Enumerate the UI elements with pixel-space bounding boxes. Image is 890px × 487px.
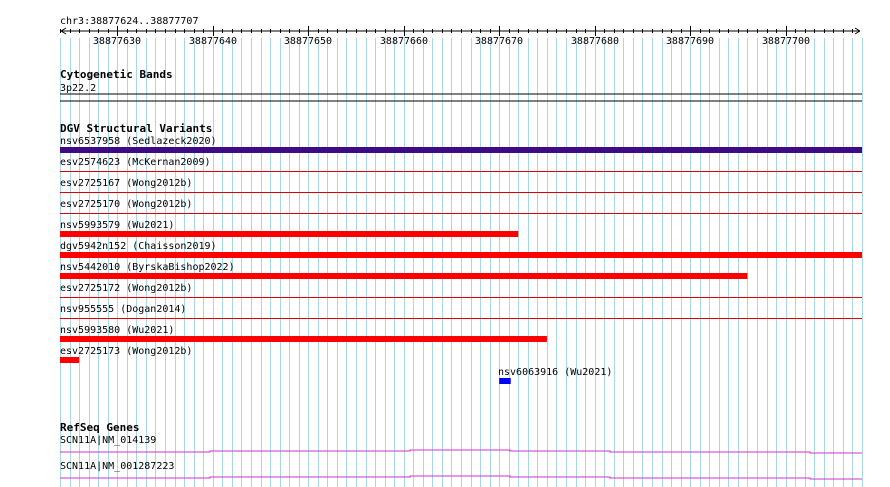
ruler-tick-label: 38877640	[189, 36, 237, 47]
variant-label[interactable]: nsv5993579 (Wu2021)	[60, 220, 174, 231]
variant-feature-bar[interactable]	[60, 231, 519, 237]
dgv-variant-row[interactable]: nsv5993580 (Wu2021)	[60, 325, 547, 342]
variant-feature-bar[interactable]	[60, 252, 862, 258]
variant-label[interactable]: nsv5993580 (Wu2021)	[60, 325, 174, 336]
variant-label[interactable]: dgv5942n152 (Chaisson2019)	[60, 241, 217, 252]
variant-label[interactable]: esv2574623 (McKernan2009)	[60, 157, 211, 168]
variant-feature-bar[interactable]	[60, 147, 862, 153]
genome-track-view: chr3:38877624..38877707 38877630 38877640…	[60, 16, 863, 487]
variant-label[interactable]: nsv6063916 (Wu2021)	[498, 367, 612, 378]
ruler-range-label: chr3:38877624..38877707	[60, 16, 198, 27]
ruler-tick-label: 38877630	[93, 36, 141, 47]
gene-label[interactable]: SCN11A|NM_014139	[60, 435, 156, 446]
variant-feature-bar[interactable]	[499, 378, 511, 384]
gene-label[interactable]: SCN11A|NM_001287223	[60, 461, 174, 472]
variant-feature-bar[interactable]	[60, 273, 748, 279]
ruler-tick-label: 38877650	[284, 36, 332, 47]
variant-label[interactable]: esv2725173 (Wong2012b)	[60, 346, 192, 357]
variant-label[interactable]: esv2725172 (Wong2012b)	[60, 283, 192, 294]
ruler-tick-label: 38877680	[571, 36, 619, 47]
ruler-tick-label: 38877670	[475, 36, 523, 47]
ruler-ticks: 38877630 38877640 38877650 38877660 38877670…	[60, 26, 853, 47]
variant-feature-bar[interactable]	[60, 336, 547, 342]
ruler-tick-label: 38877660	[380, 36, 428, 47]
refseq-title: RefSeq Genes	[60, 421, 139, 434]
variant-label[interactable]: nsv6537958 (Sedlazeck2020)	[60, 136, 217, 147]
ruler-track: chr3:38877624..38877707 38877630 38877640…	[60, 16, 861, 47]
cytoband-title: Cytogenetic Bands	[60, 68, 173, 81]
ruler-tick-label: 38877690	[666, 36, 714, 47]
dgv-title: DGV Structural Variants	[60, 122, 212, 135]
dgv-variant-row[interactable]: nsv5442010 (ByrskaBishop2022)	[60, 262, 748, 279]
variant-label[interactable]: nsv955555 (Dogan2014)	[60, 304, 186, 315]
variant-label[interactable]: esv2725167 (Wong2012b)	[60, 178, 192, 189]
cytoband-label[interactable]: 3p22.2	[60, 83, 96, 94]
variant-label[interactable]: esv2725170 (Wong2012b)	[60, 199, 192, 210]
variant-label[interactable]: nsv5442010 (ByrskaBishop2022)	[60, 262, 235, 273]
ruler-tick-label: 38877700	[762, 36, 810, 47]
variant-feature-bar[interactable]	[60, 357, 80, 363]
